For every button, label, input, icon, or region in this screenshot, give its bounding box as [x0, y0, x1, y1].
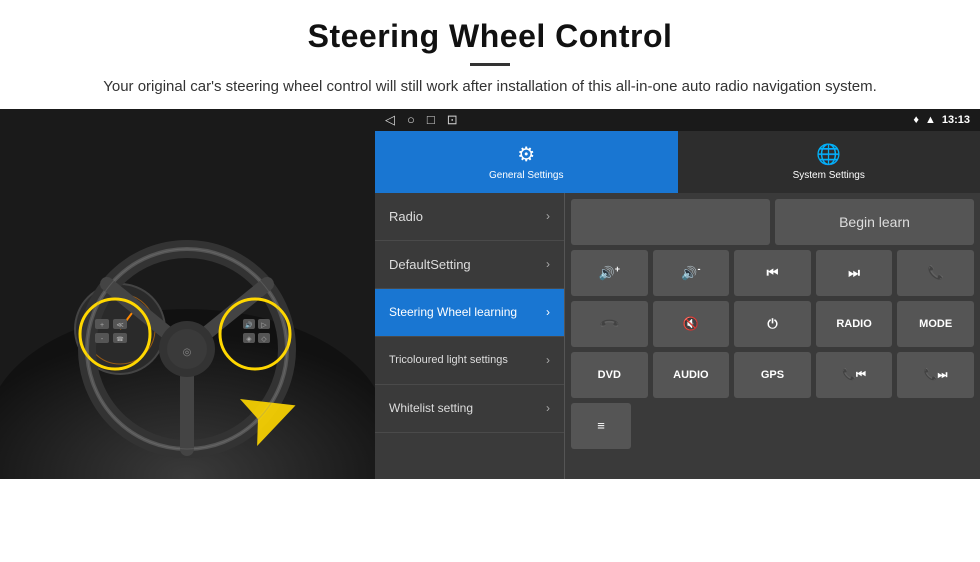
volume-down-icon: 🔊- — [681, 264, 700, 281]
controls-row-2: 📞 🔇 ⏻ RADIO MODE — [571, 301, 974, 347]
tab-bar: ⚙ General Settings 🌐 System Settings — [375, 131, 980, 193]
tab-system-settings[interactable]: 🌐 System Settings — [678, 131, 980, 193]
menu-item-label: Tricoloured light settings — [389, 353, 508, 367]
content-area: ◎ + - ≪ ☎ 🔊 — [0, 109, 980, 479]
controls-panel: Begin learn 🔊+ 🔊- ⏮ ⏭ — [565, 193, 980, 479]
power-button[interactable]: ⏻ — [734, 301, 811, 347]
dvd-button[interactable]: DVD — [571, 352, 648, 398]
menu-item-radio[interactable]: Radio › — [375, 193, 564, 241]
status-bar-info: ♦ ▲ 13:13 — [913, 114, 970, 126]
recents-nav-icon[interactable]: □ — [427, 112, 435, 127]
call-prev-button[interactable]: 📞⏮ — [816, 352, 893, 398]
menu-item-defaultsetting[interactable]: DefaultSetting › — [375, 241, 564, 289]
wifi-icon: ▲ — [925, 114, 936, 126]
gps-label: GPS — [761, 369, 784, 381]
call-prev-icon: 📞⏮ — [842, 368, 866, 382]
radio-label: RADIO — [836, 318, 871, 330]
home-nav-icon[interactable]: ○ — [407, 112, 415, 127]
android-ui: ◁ ○ □ ⊡ ♦ ▲ 13:13 ⚙ General Settings 🌐 S… — [375, 109, 980, 479]
svg-text:▷: ▷ — [261, 322, 267, 329]
tab-general-label: General Settings — [489, 170, 564, 181]
svg-text:🔊: 🔊 — [245, 321, 253, 329]
system-globe-icon: 🌐 — [816, 142, 841, 167]
chevron-right-icon: › — [546, 305, 550, 319]
menu-item-label: DefaultSetting — [389, 257, 471, 272]
begin-learn-label: Begin learn — [839, 214, 910, 230]
steering-wheel-svg: ◎ + - ≪ ☎ 🔊 — [0, 109, 375, 479]
subtitle: Your original car's steering wheel contr… — [60, 76, 920, 99]
end-call-button[interactable]: 📞 — [571, 301, 648, 347]
svg-text:◎: ◎ — [183, 347, 192, 358]
tab-general-settings[interactable]: ⚙ General Settings — [375, 131, 678, 193]
call-button[interactable]: 📞 — [897, 250, 974, 296]
main-content: Radio › DefaultSetting › Steering Wheel … — [375, 193, 980, 479]
tab-system-label: System Settings — [793, 170, 865, 181]
begin-learn-button[interactable]: Begin learn — [775, 199, 974, 245]
menu-item-label: Radio — [389, 209, 423, 224]
call-next-icon: 📞⏭ — [924, 368, 948, 382]
main-title: Steering Wheel Control — [60, 18, 920, 55]
call-next-button[interactable]: 📞⏭ — [897, 352, 974, 398]
begin-learn-row: Begin learn — [571, 199, 974, 245]
chevron-right-icon: › — [546, 209, 550, 223]
status-bar: ◁ ○ □ ⊡ ♦ ▲ 13:13 — [375, 109, 980, 131]
audio-label: AUDIO — [673, 369, 708, 381]
chevron-right-icon: › — [546, 353, 550, 367]
phone-icon: 📞 — [928, 265, 944, 281]
prev-track-button[interactable]: ⏮ — [734, 250, 811, 296]
controls-row-4: ≡ — [571, 403, 974, 449]
clock: 13:13 — [942, 114, 970, 126]
controls-row-3: DVD AUDIO GPS 📞⏮ 📞⏭ — [571, 352, 974, 398]
mode-button[interactable]: MODE — [897, 301, 974, 347]
svg-text:◈: ◈ — [246, 336, 252, 343]
menu-item-tricoloured[interactable]: Tricoloured light settings › — [375, 337, 564, 385]
title-divider — [470, 63, 510, 66]
screenshot-nav-icon[interactable]: ⊡ — [447, 112, 458, 128]
mute-icon: 🔇 — [683, 316, 699, 332]
list-button[interactable]: ≡ — [571, 403, 631, 449]
menu-item-whitelist[interactable]: Whitelist setting › — [375, 385, 564, 433]
controls-row-1: 🔊+ 🔊- ⏮ ⏭ 📞 — [571, 250, 974, 296]
status-bar-nav: ◁ ○ □ ⊡ — [385, 112, 458, 128]
svg-text:+: + — [100, 322, 104, 329]
chevron-right-icon: › — [546, 401, 550, 415]
menu-item-label: Steering Wheel learning — [389, 305, 517, 319]
header-section: Steering Wheel Control Your original car… — [0, 0, 980, 109]
empty-placeholder — [571, 199, 770, 245]
menu-item-steering-wheel[interactable]: Steering Wheel learning › — [375, 289, 564, 337]
svg-text:◇: ◇ — [261, 336, 267, 343]
list-icon: ≡ — [597, 418, 605, 433]
volume-up-icon: 🔊+ — [599, 264, 620, 281]
prev-track-icon: ⏮ — [767, 265, 779, 281]
back-nav-icon[interactable]: ◁ — [385, 112, 395, 128]
svg-text:≪: ≪ — [116, 322, 123, 329]
settings-gear-icon: ⚙ — [517, 142, 535, 167]
dvd-label: DVD — [598, 369, 621, 381]
location-icon: ♦ — [913, 114, 919, 126]
mute-button[interactable]: 🔇 — [653, 301, 730, 347]
volume-up-button[interactable]: 🔊+ — [571, 250, 648, 296]
volume-down-button[interactable]: 🔊- — [653, 250, 730, 296]
mode-label: MODE — [919, 318, 952, 330]
svg-text:☎: ☎ — [116, 336, 124, 343]
next-track-button[interactable]: ⏭ — [816, 250, 893, 296]
menu-list: Radio › DefaultSetting › Steering Wheel … — [375, 193, 565, 479]
menu-item-label: Whitelist setting — [389, 401, 473, 415]
radio-button[interactable]: RADIO — [816, 301, 893, 347]
car-image-area: ◎ + - ≪ ☎ 🔊 — [0, 109, 375, 479]
next-track-icon: ⏭ — [848, 265, 860, 281]
gps-button[interactable]: GPS — [734, 352, 811, 398]
end-call-icon: 📞 — [598, 312, 621, 335]
audio-button[interactable]: AUDIO — [653, 352, 730, 398]
power-icon: ⏻ — [767, 316, 777, 332]
chevron-right-icon: › — [546, 257, 550, 271]
